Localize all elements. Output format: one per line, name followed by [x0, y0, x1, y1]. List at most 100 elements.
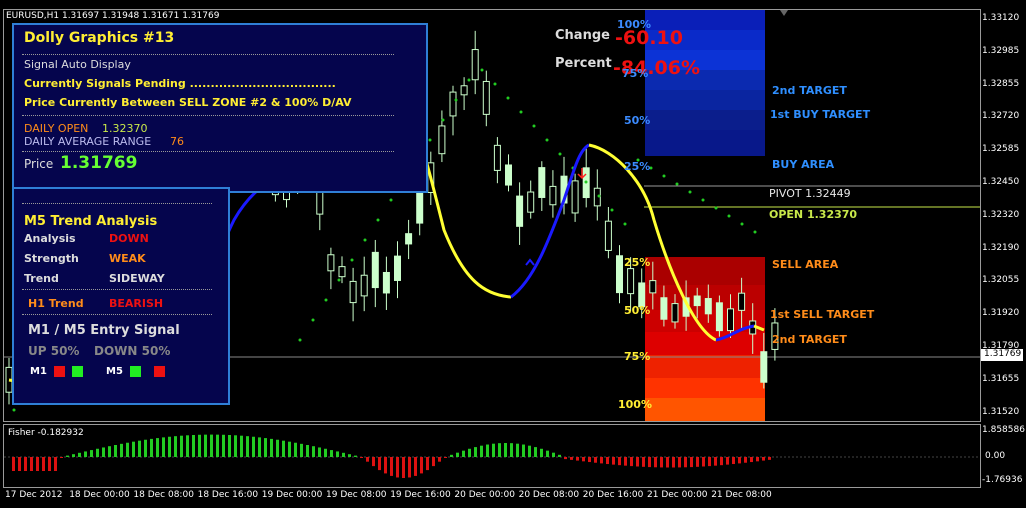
strength-label: Strength: [24, 252, 79, 265]
sar-dot: [389, 198, 393, 202]
sar-dot: [363, 238, 367, 242]
sar-dot: [376, 218, 380, 222]
fisher-bar: [468, 448, 471, 457]
sell-pct-100: 100%: [618, 398, 652, 411]
fisher-bar: [24, 457, 27, 471]
fisher-bar: [288, 441, 291, 457]
sell-target2-label: 2nd TARGET: [772, 333, 847, 346]
fisher-bar: [408, 457, 411, 478]
candle-body: [493, 144, 501, 171]
fisher-bar: [30, 457, 33, 471]
sell-pct-25: 25%: [624, 256, 651, 269]
fisher-bar: [618, 457, 621, 466]
fisher-bar: [684, 457, 687, 468]
fisher-bar: [492, 443, 495, 457]
fisher-bar: [588, 457, 591, 463]
time-axis-label: 20 Dec 00:00: [454, 490, 515, 500]
sar-dot: [350, 258, 354, 262]
candle-body: [449, 91, 457, 117]
sar-dot: [727, 214, 731, 218]
fisher-bar: [294, 442, 297, 457]
dolly-graphics-panel: Dolly Graphics #13 Signal Auto Display C…: [12, 23, 428, 193]
fisher-bar: [756, 457, 759, 462]
fisher-bar: [282, 440, 285, 457]
signals-status: Currently Signals Pending ..............…: [24, 77, 336, 90]
fisher-axis-bottom: -1.76936: [982, 475, 1023, 485]
fisher-bar: [720, 457, 723, 466]
time-axis-label: 19 Dec 16:00: [390, 490, 451, 500]
fisher-bar: [570, 457, 573, 460]
price-axis-label: 1.32720: [982, 111, 1020, 122]
fisher-bar: [168, 436, 171, 457]
fisher-bar: [462, 450, 465, 457]
fisher-bar: [78, 452, 81, 457]
fisher-bar: [690, 457, 693, 468]
fisher-bar: [642, 457, 645, 467]
fisher-bar: [594, 457, 597, 463]
fisher-bar: [204, 434, 207, 457]
daily-open-value: 1.32370: [102, 122, 148, 135]
main-chart[interactable]: EURUSD,H1 1.31697 1.31948 1.31671 1.3176…: [3, 9, 981, 422]
fisher-bar: [366, 457, 369, 462]
fisher-bar: [210, 434, 213, 457]
time-axis-label: 17 Dec 2012: [5, 490, 63, 500]
fisher-bar: [90, 450, 93, 457]
sar-dot: [506, 96, 510, 100]
fisher-bar: [138, 440, 141, 457]
fisher-bar: [246, 436, 249, 457]
fisher-bar: [750, 457, 753, 463]
time-axis-label: 20 Dec 16:00: [582, 490, 644, 500]
fisher-bar: [732, 457, 735, 465]
sell-zone-band: [645, 355, 765, 378]
candle-body: [382, 271, 390, 294]
candle-body: [416, 192, 424, 224]
sar-dot: [493, 82, 497, 86]
candle-body: [394, 255, 401, 281]
fisher-bar: [66, 455, 69, 457]
sar-dot: [298, 338, 302, 342]
fisher-subwindow[interactable]: Fisher -0.182932: [3, 424, 981, 488]
fisher-bar: [480, 445, 483, 457]
fisher-bar: [624, 457, 627, 466]
sell-target1-label: 1st SELL TARGET: [770, 308, 875, 321]
fisher-bar: [498, 443, 501, 457]
sar-dot: [428, 138, 432, 142]
fisher-bar: [258, 437, 261, 457]
fisher-bar: [84, 451, 87, 457]
fisher-bar: [132, 441, 135, 457]
sar-dot: [545, 138, 549, 142]
analysis-label: Analysis: [24, 232, 76, 245]
fisher-bar: [186, 435, 189, 457]
price-axis-label: 1.32320: [982, 209, 1020, 220]
m5-signal-green: [130, 366, 141, 377]
candle-body: [693, 295, 701, 307]
sell-area-label: SELL AREA: [772, 258, 839, 271]
chart-symbol-title: EURUSD,H1 1.31697 1.31948 1.31671 1.3176…: [6, 11, 220, 21]
candle-body: [482, 80, 490, 115]
sell-zone-band: [645, 257, 765, 285]
buy-target1-label: 1st BUY TARGET: [770, 108, 871, 121]
separator: [22, 54, 394, 55]
fisher-bar: [234, 435, 237, 457]
price-axis-label: 1.33120: [982, 13, 1020, 23]
fisher-bar: [654, 457, 657, 468]
candle-body: [671, 303, 679, 323]
fisher-bar: [456, 452, 459, 457]
candle-body: [338, 266, 346, 278]
candle-body: [549, 185, 557, 206]
fisher-bar: [648, 457, 651, 468]
fisher-bar: [312, 446, 315, 457]
separator: [22, 151, 394, 152]
panel-title: Dolly Graphics #13: [24, 30, 175, 46]
candle-body: [616, 255, 623, 294]
fisher-bar: [120, 443, 123, 457]
separator: [22, 314, 212, 315]
candle-body: [649, 280, 657, 294]
fisher-bar: [372, 457, 375, 467]
fisher-label: Fisher -0.182932: [8, 428, 84, 438]
signal-auto-display: Signal Auto Display: [24, 58, 131, 71]
sar-dot: [467, 78, 471, 82]
dar-label: DAILY AVERAGE RANGE: [24, 135, 152, 148]
sar-dot: [324, 298, 328, 302]
trend-label: Trend: [24, 272, 59, 285]
